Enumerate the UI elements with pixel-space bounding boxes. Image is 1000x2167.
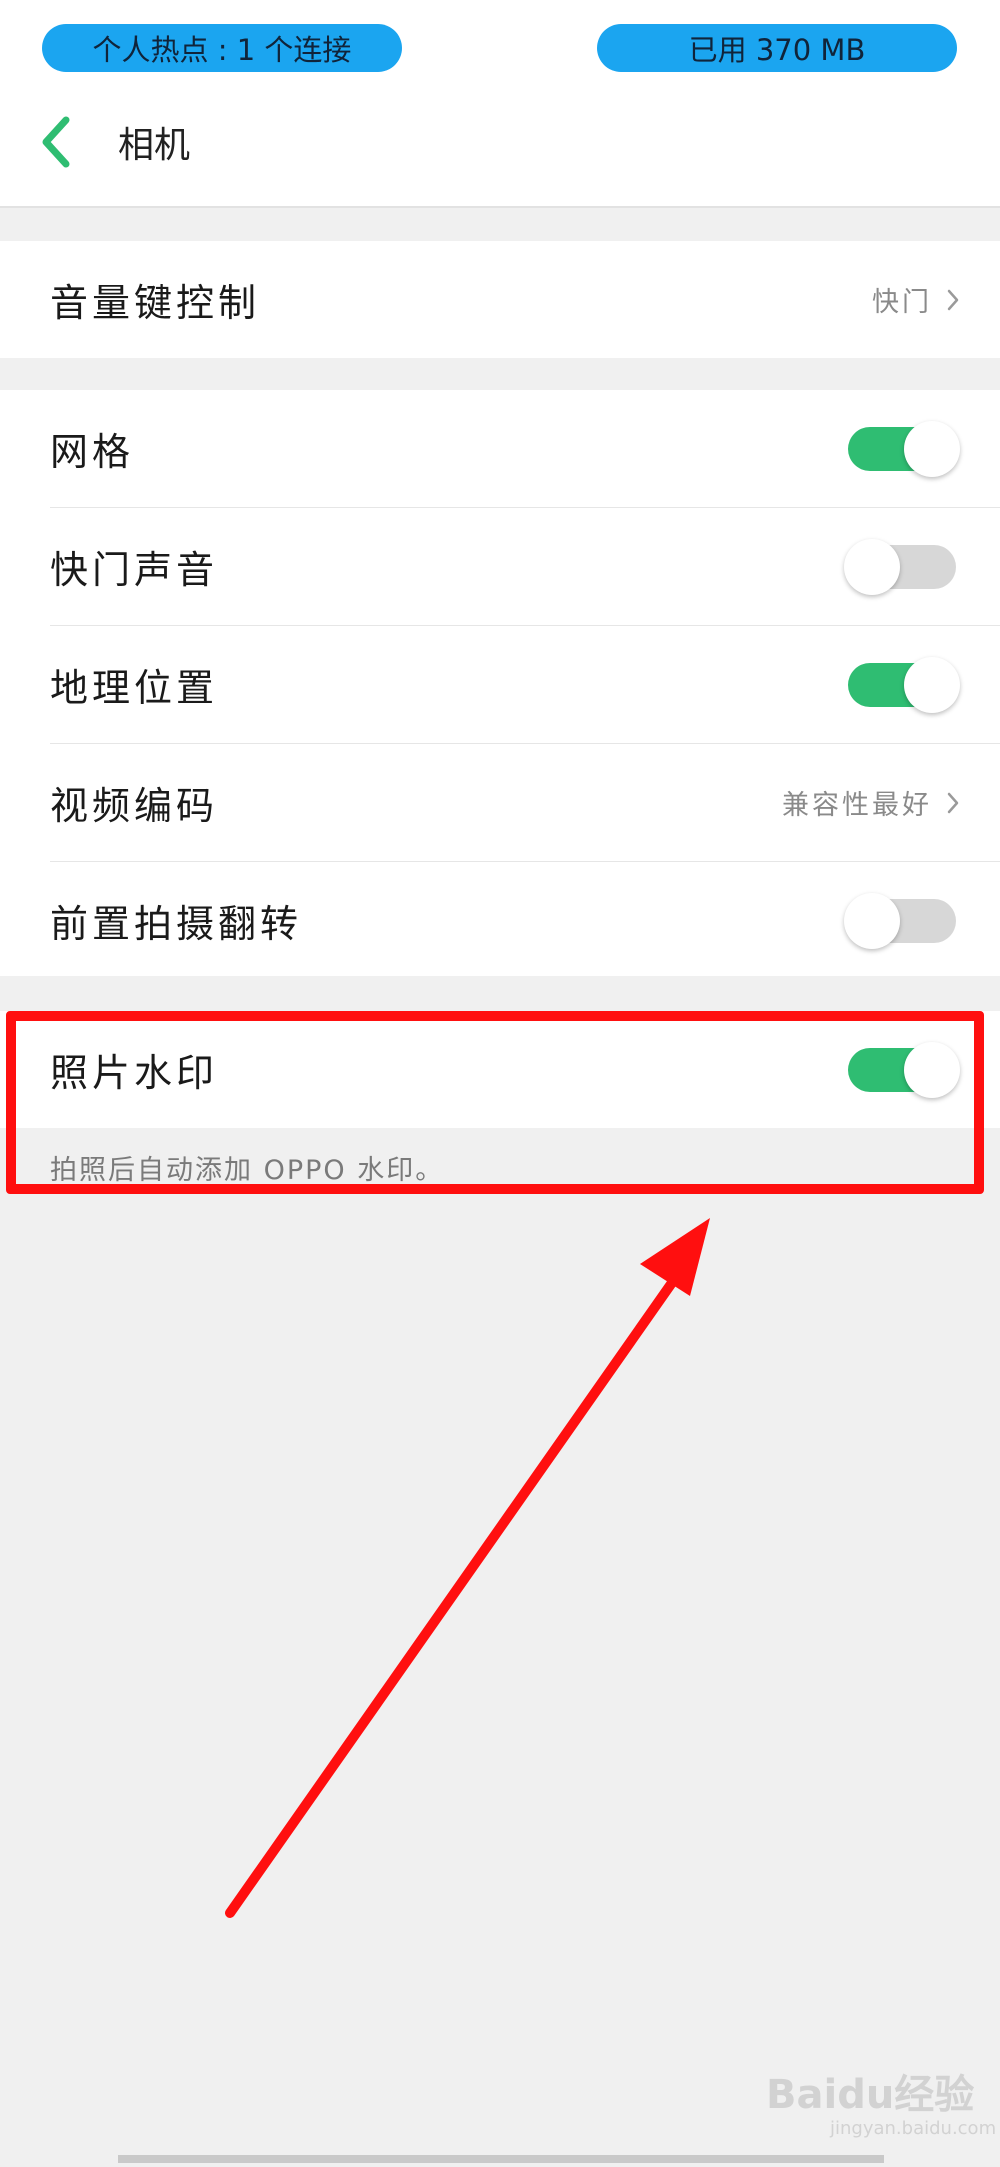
bottom-scroll-indicator — [118, 2155, 884, 2163]
annotation-arrow — [225, 1218, 710, 1918]
baidu-watermark-logo: Baidu经验 — [766, 2072, 975, 2118]
baidu-watermark-url: jingyan.baidu.com — [830, 2118, 997, 2139]
